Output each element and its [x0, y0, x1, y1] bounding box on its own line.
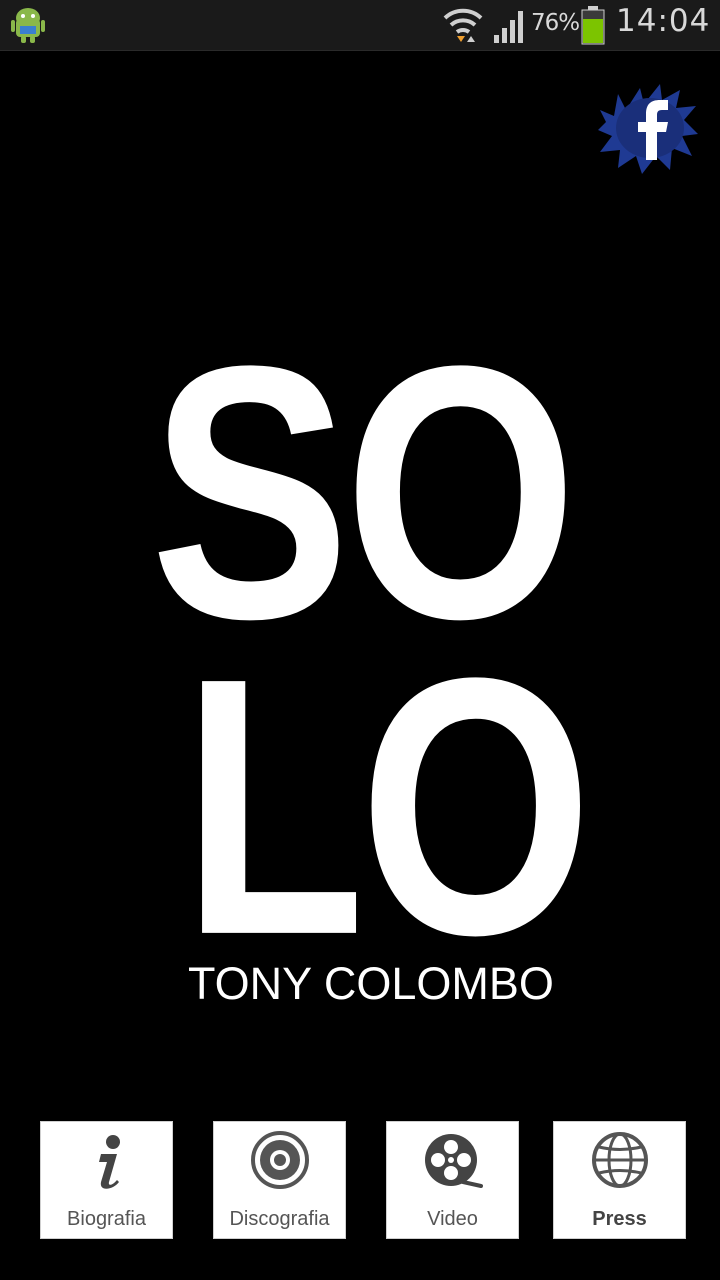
facebook-icon[interactable]	[596, 80, 700, 176]
logo-line-2: LO	[182, 601, 593, 1011]
info-icon	[99, 1135, 120, 1189]
press-label: Press	[592, 1208, 647, 1230]
press-button[interactable]: Press	[553, 1121, 686, 1239]
globe-icon	[592, 1132, 648, 1188]
discografia-button[interactable]: Discografia	[213, 1121, 346, 1239]
discografia-label: Discografia	[229, 1208, 330, 1230]
artist-name: TONY COLOMBO	[188, 958, 554, 1009]
wifi-icon	[443, 8, 483, 42]
status-bar: 76% 14:04	[0, 0, 720, 51]
signal-icon	[494, 11, 523, 43]
biografia-label: Biografia	[67, 1208, 146, 1230]
android-debug-icon	[11, 8, 45, 43]
film-reel-icon	[425, 1134, 483, 1188]
solo-logo: SO LO	[150, 312, 600, 1020]
disc-icon	[251, 1131, 309, 1189]
bottom-nav: Biografia Discografia Video Press	[0, 1121, 720, 1241]
clock: 14:04	[616, 3, 711, 39]
battery-icon	[581, 6, 605, 45]
video-button[interactable]: Video	[386, 1121, 519, 1239]
battery-percent: 76%	[531, 10, 580, 36]
biografia-button[interactable]: Biografia	[40, 1121, 173, 1239]
video-label: Video	[427, 1208, 478, 1230]
